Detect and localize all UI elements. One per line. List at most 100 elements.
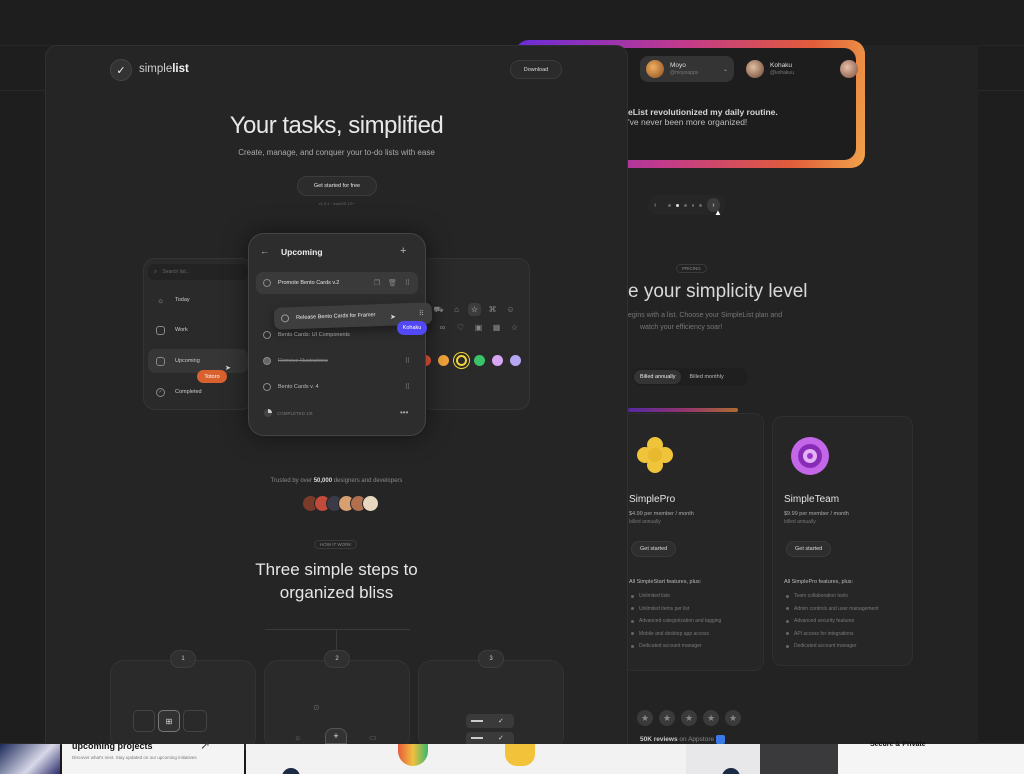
drag-handle-icon[interactable]: ⠿ [405,383,410,391]
task-label: Bento Cards: UI Components [278,332,350,338]
plus-icon[interactable]: + [400,245,406,257]
grid-cell-icon [183,710,207,732]
star-icon[interactable]: ☆ [508,321,521,334]
lens-icon [791,437,829,475]
avatar-stack [302,495,379,512]
download-button[interactable]: Download [510,60,562,79]
nav-item-upcoming[interactable]: Upcoming [148,349,248,373]
home-icon[interactable]: ⌂ [450,303,463,316]
emoji-image [505,744,535,766]
check-logo-icon[interactable]: ✓ [110,59,132,81]
completed-label: COMPLETED 1/8 [277,410,313,416]
copy-icon[interactable]: ❐ [374,279,380,287]
plan-note: billed annually [629,519,661,525]
step-number: 1 [170,650,196,668]
task-row[interactable]: Promote Bento Cards v.2 ❐ 🗑 ⠿ [256,272,418,294]
appstore-icon [715,735,725,744]
user-handle: @kohakuu [770,69,794,76]
checkbox-icon[interactable] [263,279,271,287]
feature-item: Unlimited lists [631,593,721,599]
brand-logo[interactable]: simplelist [139,63,189,75]
briefcase-icon [156,325,165,335]
icon-picker-card [420,258,530,410]
trusted-text: Trusted by over 50,000 designers and dev… [45,478,628,484]
task-mini-row: ✓ [466,732,514,744]
add-icon: + [325,728,347,744]
thumbnail-card [246,744,686,774]
pager-dot[interactable] [683,203,687,207]
calendar-icon [156,356,165,366]
glasses-icon[interactable]: ∞ [436,321,449,334]
command-icon[interactable]: ⌘ [486,303,499,316]
cursor-icon: ➤ [225,365,231,372]
avatar [646,60,664,78]
task-row[interactable]: Remove Illustrations ⠿ [256,350,418,372]
get-started-free-button[interactable]: Get started for free [297,176,377,196]
nav-label: Upcoming [175,358,200,364]
search-input[interactable]: ⌕ Search list... [148,264,248,280]
review-user-moyo[interactable]: Moyo @moyoapps ⌄ [640,56,734,82]
trash-icon[interactable]: 🗑 [388,279,397,287]
reviews-suffix: on Appstore [677,736,715,744]
pager-dot[interactable] [676,203,679,207]
icon-grid-row: ∞ ♡ ▣ ▦ ☆ [436,321,521,334]
checkbox-icon[interactable] [263,357,271,365]
checkbox-icon[interactable] [263,383,271,391]
star-icon: ★ [637,710,653,726]
color-swatch[interactable] [492,355,503,366]
completed-progress: COMPLETED 1/8 [264,409,313,417]
sun-icon: ☼ [156,295,165,305]
sun-icon: ☼ [294,733,302,742]
plan-price: $4.99 per member / month [629,511,694,517]
drag-handle-icon[interactable]: ⠿ [419,310,424,318]
feature-list: Team collaboration tools Admin controls … [786,593,879,656]
user-icon[interactable]: ☺ [504,303,517,316]
brand-bold: list [172,63,189,75]
trusted-prefix: Trusted by over [270,478,314,484]
reviews-number: 50K reviews [640,736,678,744]
avatar [362,495,379,512]
color-swatch[interactable] [510,355,521,366]
pricing-subtitle-line: egins with a list. Choose your SimpleLis… [628,312,783,319]
get-started-button[interactable]: Get started [631,541,677,557]
color-swatch[interactable] [438,355,449,366]
nav-item-completed[interactable]: ✓ Completed [148,380,248,404]
cursor-tag-kohaku: Kohaku [397,321,427,335]
plan-note: billed annually [784,519,816,525]
review-user-kohaku[interactable]: Kohaku @kohakuu [740,56,834,82]
checkbox-icon[interactable] [280,314,290,323]
progress-pie-icon [264,409,272,417]
plan-name: SimplePro [629,494,676,505]
pager-dot[interactable] [699,203,703,207]
heart-icon[interactable]: ♡ [454,321,467,334]
calendar-icon: ▭ [369,733,377,742]
nav-item-today[interactable]: ☼ Today [148,288,248,312]
more-icon[interactable]: ••• [400,408,408,417]
checkbox-icon[interactable] [263,331,271,339]
brand-plain: simple [139,63,173,75]
color-swatch[interactable] [474,355,485,366]
task-row[interactable]: Bento Cards v. 4 ⠿ [256,376,418,398]
chevron-down-icon: ⌄ [722,66,728,73]
image-icon[interactable]: ▣ [472,321,485,334]
grid-cell-icon [133,710,155,732]
features-title: All SimpleStart features, plus: [629,579,702,585]
arrow-left-icon[interactable]: ← [260,246,269,256]
calendar-icon[interactable]: ▦ [490,321,503,334]
steps-title-line: Three simple steps to [255,560,418,579]
star-icon: ★ [681,710,697,726]
car-icon[interactable]: ⛟ [432,303,445,316]
chevron-left-icon[interactable]: ‹ [654,202,663,209]
pager-dot[interactable] [668,203,671,207]
color-swatch[interactable] [456,355,467,366]
nav-item-work[interactable]: Work [148,318,248,342]
plan-glow [628,408,738,412]
get-started-button[interactable]: Get started [786,541,832,557]
pager-dot[interactable] [691,203,695,207]
drag-handle-icon[interactable]: ⠿ [405,279,410,287]
star-icon[interactable]: ☆ [468,303,481,316]
billed-monthly-option[interactable]: Billed monthly [683,370,729,384]
billed-annually-option[interactable]: Billed annually [634,370,682,384]
drag-handle-icon[interactable]: ⠿ [405,357,410,365]
select-icon: ⊞ [158,710,180,732]
